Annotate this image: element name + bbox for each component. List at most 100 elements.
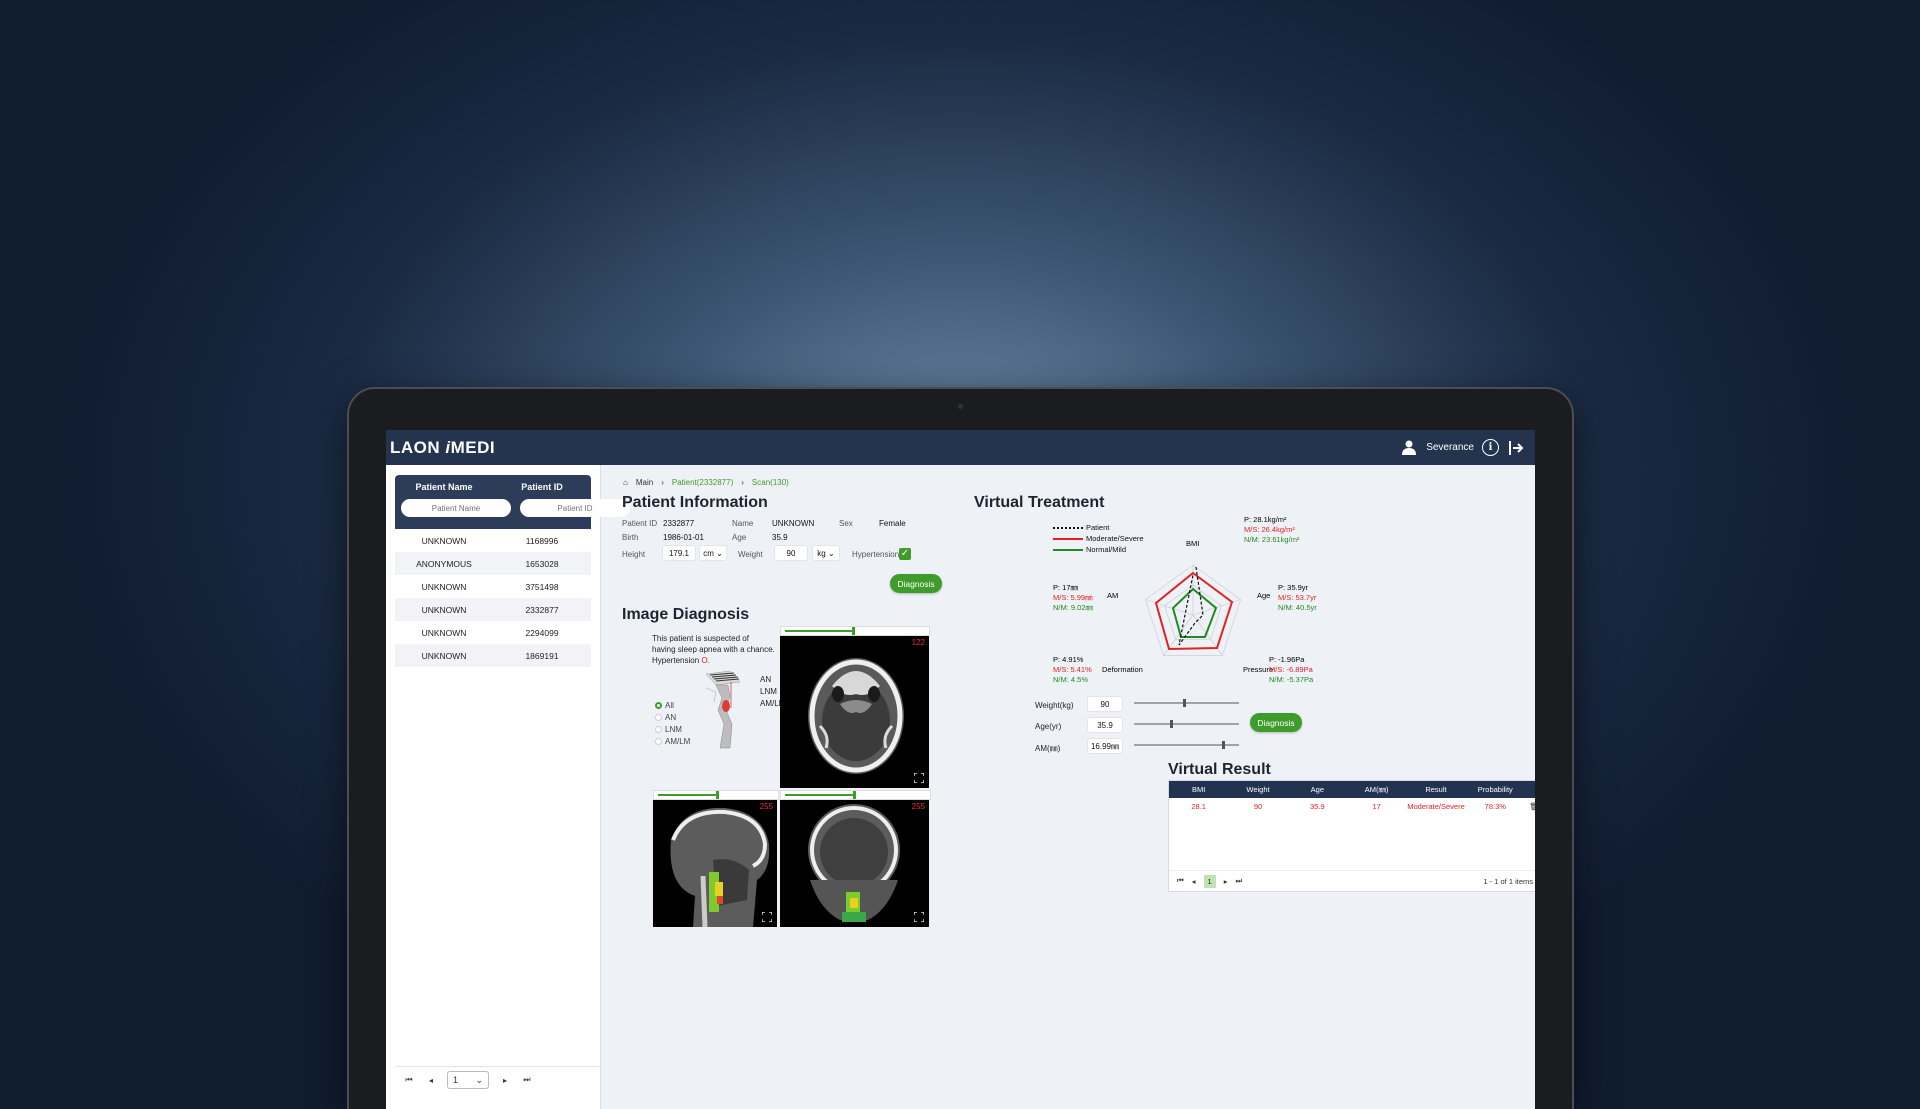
sim-age-track[interactable] <box>1134 723 1239 725</box>
coronal-ct-view[interactable]: 255 <box>780 800 929 927</box>
col-patient-id[interactable]: Patient ID <box>493 482 591 492</box>
coronal-ct-image <box>808 804 900 922</box>
slider-fill <box>785 630 853 632</box>
user-icon[interactable] <box>1400 439 1418 457</box>
patient-row[interactable]: UNKNOWN 1168996 <box>395 529 591 552</box>
image-diagnosis-title: Image Diagnosis <box>622 606 750 623</box>
axis-label-am: AM <box>1107 591 1119 600</box>
axial-ct-view[interactable]: 122 <box>780 636 929 788</box>
main-content: ⌂ Main › Patient(2332877) › Scan(130) Pa… <box>601 465 1535 1109</box>
patient-row[interactable]: ANONYMOUS 1653028 <box>395 552 591 575</box>
filter-all-radio[interactable]: All <box>655 701 674 710</box>
patient-row[interactable]: UNKNOWN 1869191 <box>395 644 591 667</box>
legend-normal: Normal/Mild <box>1086 545 1127 554</box>
sagittal-ct-image <box>670 807 770 927</box>
axial-slice-slider[interactable] <box>780 626 930 636</box>
last-page-icon[interactable]: ⏭ <box>1235 876 1242 886</box>
user-name[interactable]: Severance <box>1426 442 1474 453</box>
sim-age-thumb[interactable] <box>1169 720 1173 728</box>
trash-icon[interactable]: 🗑 <box>1525 802 1535 811</box>
filter-lnm-radio[interactable]: LNM <box>655 725 682 734</box>
table-row[interactable]: 28.1 90 35.9 17 Moderate/Severe 78.3% 🗑 <box>1169 798 1535 815</box>
sim-weight-track[interactable] <box>1134 702 1239 704</box>
filter-an-radio[interactable]: AN <box>655 713 676 722</box>
pressure-values: P: -1.96Pa M/S: -6.89Pa N/M: -5.37Pa <box>1269 655 1314 684</box>
breadcrumb-main[interactable]: Main <box>636 478 653 487</box>
axis-label-bmi: BMI <box>1186 539 1200 548</box>
diagnosis-message: This patient is suspected of having slee… <box>652 634 775 665</box>
sagittal-slice-index: 255 <box>759 802 773 811</box>
patient-row[interactable]: UNKNOWN 3751498 <box>395 575 591 598</box>
sim-weight-input[interactable]: 90 <box>1087 696 1123 712</box>
virtual-result-table: BMI Weight Age AM(㎜) Result Probability … <box>1168 780 1535 892</box>
sim-am-label: AM(㎜) <box>1035 744 1061 753</box>
patient-list-panel: Patient Name Patient ID UNKNOWN1168996 A… <box>386 465 630 1109</box>
first-page-icon[interactable]: ⏮ <box>403 1075 415 1085</box>
result-table-footer: ⏮ ◂ 1 ▸ ⏭ 1 - 1 of 1 items <box>1169 870 1535 891</box>
expand-icon[interactable] <box>914 773 924 783</box>
diagnosis-button[interactable]: Diagnosis <box>890 574 942 593</box>
col-patient-name[interactable]: Patient Name <box>395 482 493 492</box>
home-icon[interactable]: ⌂ <box>623 478 628 487</box>
sagittal-slice-slider[interactable] <box>653 790 779 800</box>
patient-row[interactable]: UNKNOWN 2332877 <box>395 598 591 621</box>
legend-moderate: Moderate/Severe <box>1086 534 1144 543</box>
name-value: UNKNOWN <box>772 519 815 528</box>
am-values: P: 17㎜ M/S: 5.99㎜ N/M: 9.02㎜ <box>1053 583 1094 612</box>
radar-normal-series <box>1171 587 1218 638</box>
height-unit-select[interactable]: cm ⌄ <box>699 545 727 561</box>
logout-icon[interactable] <box>1507 439 1525 457</box>
age-values: P: 35.9yr M/S: 53.7yr N/M: 40.5yr <box>1278 583 1317 612</box>
sim-am-input[interactable]: 16.99㎜ <box>1087 738 1123 754</box>
expand-icon[interactable] <box>762 912 772 922</box>
slider-knob[interactable] <box>852 791 856 799</box>
legend-patient: Patient <box>1086 523 1110 532</box>
sim-age-label: Age(yr) <box>1035 722 1062 731</box>
weight-input[interactable]: 90 <box>774 545 808 561</box>
breadcrumb-patient[interactable]: Patient(2332877) <box>672 478 733 487</box>
name-label: Name <box>732 519 754 528</box>
next-page-icon[interactable]: ▸ <box>1224 877 1228 886</box>
expand-icon[interactable] <box>914 912 924 922</box>
current-page[interactable]: 1 <box>1203 874 1216 888</box>
prev-page-icon[interactable]: ◂ <box>1192 877 1196 886</box>
sim-weight-thumb[interactable] <box>1183 699 1187 707</box>
slider-knob[interactable] <box>716 791 719 799</box>
last-page-icon[interactable]: ⏭ <box>521 1075 533 1085</box>
breadcrumb: ⌂ Main › Patient(2332877) › Scan(130) <box>623 478 789 487</box>
app-screen: LAON iMEDI Severance i Patient Name Pati… <box>386 430 1535 1109</box>
weight-unit-select[interactable]: kg ⌄ <box>812 545 840 561</box>
bmi-values: P: 28.1kg/m² M/S: 26.4kg/m² N/M: 23.61kg/m… <box>1244 515 1300 544</box>
top-bar: LAON iMEDI Severance i <box>386 430 1535 465</box>
first-page-icon[interactable]: ⏮ <box>1177 876 1184 886</box>
info-icon[interactable]: i <box>1482 439 1499 456</box>
page-select[interactable]: 1 ⌄ <box>447 1071 489 1089</box>
sagittal-ct-view[interactable]: 255 <box>653 800 777 927</box>
breadcrumb-scan[interactable]: Scan(130) <box>752 478 789 487</box>
chevron-down-icon: ⌄ <box>475 1074 483 1085</box>
height-input[interactable]: 179.1 <box>662 545 696 561</box>
sim-age-input[interactable]: 35.9 <box>1087 717 1123 733</box>
slider-fill <box>658 794 716 796</box>
filter-am-lm-radio[interactable]: AM/LM <box>655 737 690 746</box>
patient-list-header: Patient Name Patient ID <box>395 475 630 529</box>
next-page-icon[interactable]: ▸ <box>499 1076 511 1085</box>
patient-name-filter[interactable] <box>401 499 511 517</box>
axis-label-age: Age <box>1257 591 1271 600</box>
slider-knob[interactable] <box>852 627 856 635</box>
deformation-values: P: 4.91% M/S: 5.41% N/M: 4.5% <box>1053 655 1092 684</box>
weight-label: Weight <box>738 550 763 559</box>
sim-am-thumb[interactable] <box>1222 741 1226 749</box>
result-count-summary: 1 - 1 of 1 items <box>1483 876 1533 886</box>
prev-page-icon[interactable]: ◂ <box>425 1076 437 1085</box>
age-value: 35.9 <box>772 533 788 542</box>
sim-weight-label: Weight(kg) <box>1035 701 1074 710</box>
sim-diagnosis-button[interactable]: Diagnosis <box>1250 713 1302 732</box>
birth-value: 1986-01-01 <box>663 533 704 542</box>
coronal-slice-index: 255 <box>911 802 925 811</box>
coronal-slice-slider[interactable] <box>780 790 931 800</box>
hypertension-checkbox[interactable]: ✓ <box>899 548 911 560</box>
patient-row[interactable]: UNKNOWN 2294099 <box>395 621 591 644</box>
result-table-header: BMI Weight Age AM(㎜) Result Probability <box>1169 781 1535 798</box>
app-logo[interactable]: LAON iMEDI <box>390 438 495 458</box>
